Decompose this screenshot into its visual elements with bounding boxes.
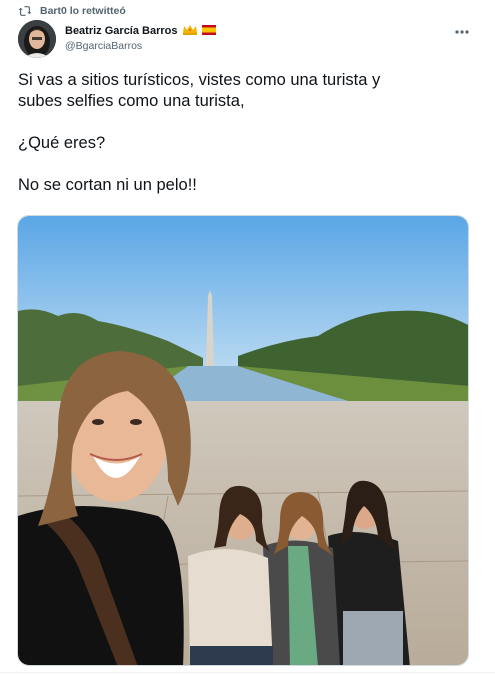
avatar[interactable] xyxy=(18,20,56,58)
tweet-line: Si vas a sitios turísticos, vistes como … xyxy=(18,71,381,89)
tweet-text: Si vas a sitios turísticos, vistes como … xyxy=(18,70,478,196)
author-handle[interactable]: @BgarciaBarros xyxy=(65,40,216,52)
author-info[interactable]: Beatriz García Barros @BgarciaBarros xyxy=(65,23,216,52)
tweet-photo[interactable] xyxy=(17,215,469,666)
author-display-name[interactable]: Beatriz García Barros xyxy=(65,25,178,37)
tweet-line: ¿Qué eres? xyxy=(18,134,106,152)
more-options-button[interactable] xyxy=(451,22,473,38)
retweet-context[interactable]: Bart0 lo retwitteó xyxy=(18,3,126,19)
tweet-line: subes selfies como una turista, xyxy=(18,92,245,110)
more-options-icon xyxy=(455,21,469,39)
divider xyxy=(0,672,495,673)
retweet-label: Bart0 lo retwitteó xyxy=(40,5,126,17)
spain-flag-icon xyxy=(201,22,216,40)
crown-emoji-icon xyxy=(182,22,198,40)
retweet-icon xyxy=(18,5,32,17)
tweet-line: No se cortan ni un pelo!! xyxy=(18,176,197,194)
